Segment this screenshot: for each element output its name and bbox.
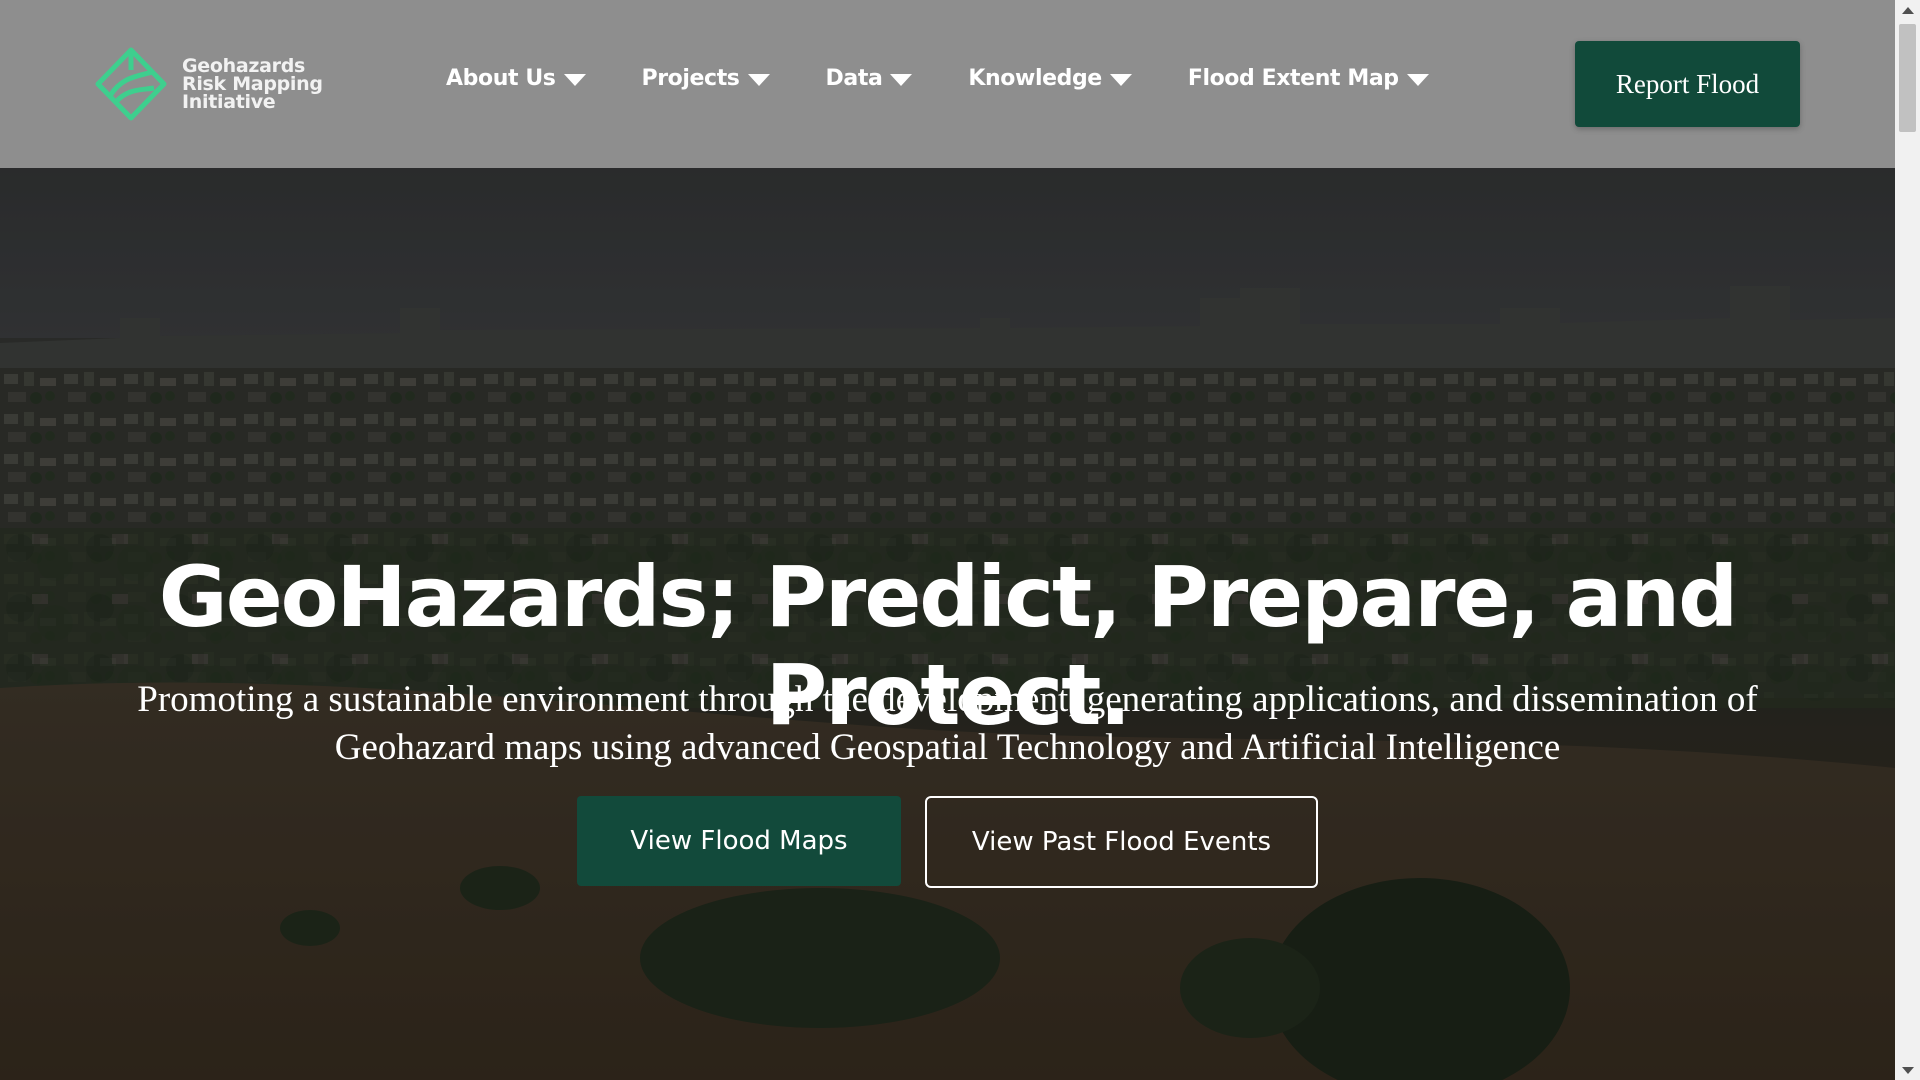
nav-item-label: Flood Extent Map: [1187, 66, 1399, 91]
nav-item-label: Data: [825, 66, 883, 91]
view-past-flood-events-button[interactable]: View Past Flood Events: [925, 796, 1318, 888]
view-flood-maps-button[interactable]: View Flood Maps: [577, 796, 901, 886]
hero-actions: View Flood Maps View Past Flood Events: [0, 796, 1895, 888]
brand-name: Geohazards Risk Mapping Initiative: [182, 57, 323, 113]
scrollbar-thumb[interactable]: [1899, 24, 1916, 132]
nav-item-data[interactable]: Data: [826, 66, 913, 91]
hero-subtitle: Promoting a sustainable environment thro…: [137, 679, 1758, 768]
brand-name-line3: Initiative: [182, 91, 276, 113]
caret-down-icon: [747, 73, 770, 86]
nav-item-label: Knowledge: [968, 66, 1102, 91]
page: Geohazards Risk Mapping Initiative About…: [0, 0, 1895, 1080]
hero-section: GeoHazards; Predict, Prepare, and Protec…: [0, 168, 1895, 1080]
nav-item-about-us[interactable]: About Us: [446, 66, 586, 91]
caret-down-icon: [890, 73, 913, 86]
navbar: Geohazards Risk Mapping Initiative About…: [0, 0, 1895, 168]
diamond-map-logo-icon: [95, 47, 167, 121]
vertical-scrollbar[interactable]: [1895, 0, 1920, 1080]
nav-item-label: Projects: [641, 66, 740, 91]
arrow-up-icon: [1901, 6, 1914, 14]
scroll-up-button[interactable]: [1895, 0, 1920, 20]
nav-item-knowledge[interactable]: Knowledge: [968, 66, 1132, 91]
scroll-down-button[interactable]: [1895, 1060, 1920, 1080]
caret-down-icon: [1406, 73, 1429, 86]
arrow-down-icon: [1901, 1066, 1914, 1074]
nav-item-projects[interactable]: Projects: [642, 66, 770, 91]
nav-item-label: About Us: [446, 66, 556, 91]
main-nav: About Us Projects Data Knowledge Flood E…: [446, 66, 1485, 91]
report-flood-button[interactable]: Report Flood: [1575, 41, 1800, 127]
caret-down-icon: [1109, 73, 1132, 86]
site-logo[interactable]: Geohazards Risk Mapping Initiative: [94, 46, 323, 122]
caret-down-icon: [563, 73, 586, 86]
nav-item-flood-extent-map[interactable]: Flood Extent Map: [1188, 66, 1429, 91]
